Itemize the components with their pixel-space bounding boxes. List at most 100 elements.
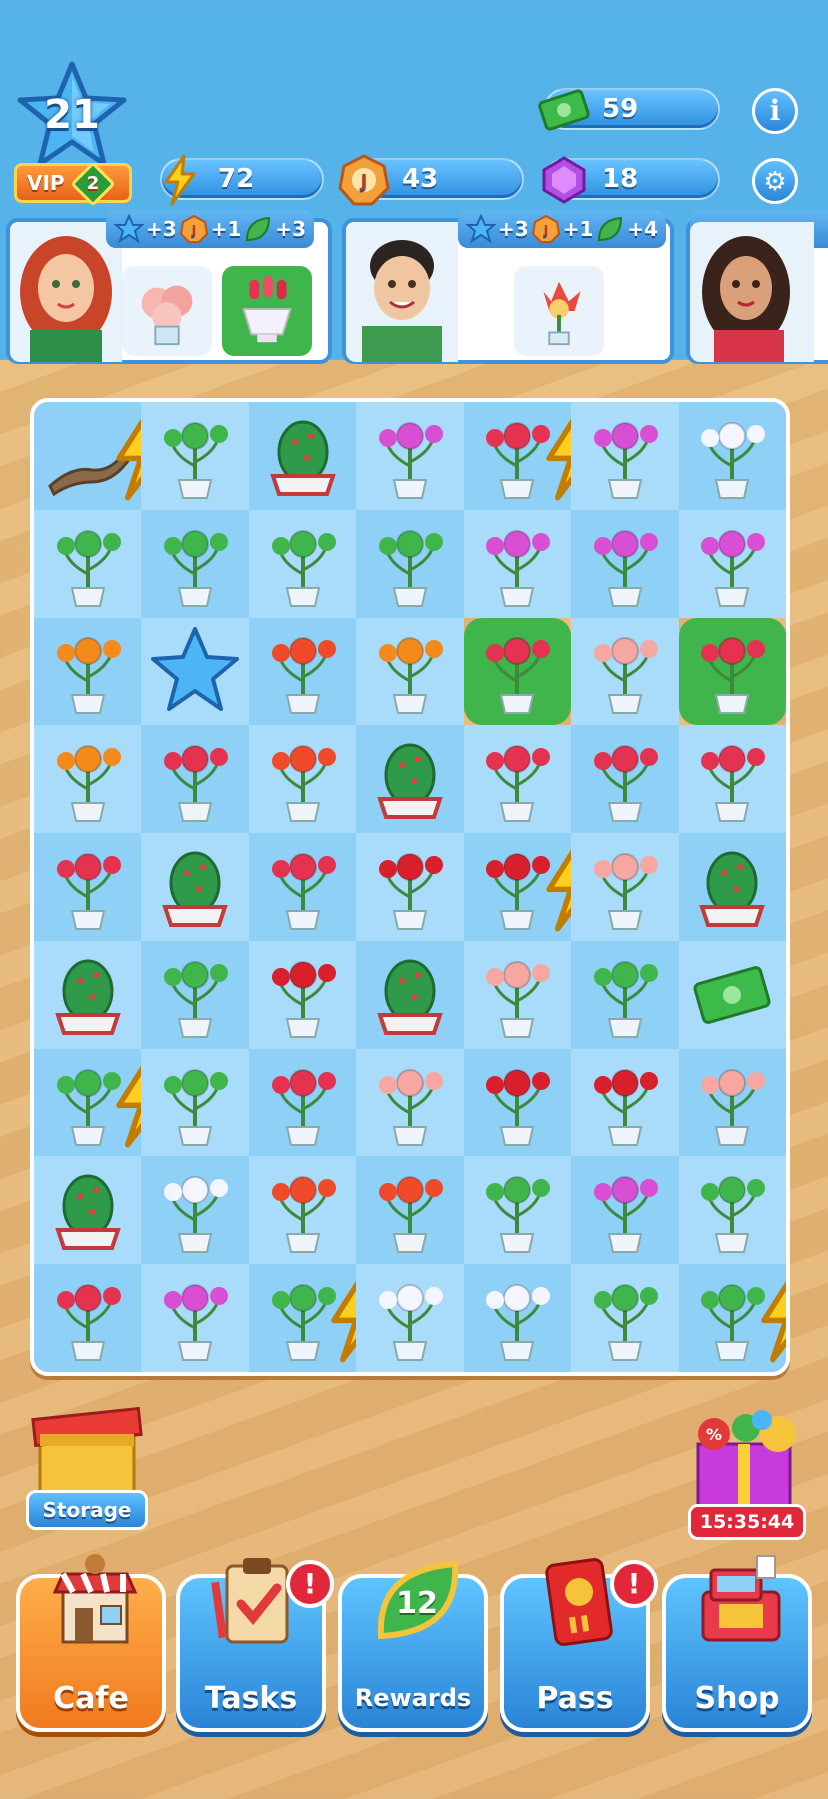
board-cell[interactable]	[141, 617, 249, 726]
board-cell[interactable]	[34, 833, 142, 941]
energy-counter[interactable]: 72	[160, 154, 324, 206]
bromeliad-icon	[149, 406, 241, 506]
board-cell[interactable]	[463, 1048, 572, 1157]
board-cell[interactable]	[463, 617, 572, 726]
board-cell[interactable]	[678, 402, 786, 510]
board-cell[interactable]	[141, 1156, 249, 1265]
gem-icon	[536, 152, 592, 208]
orchid-vase-icon	[471, 514, 563, 614]
board-cell[interactable]	[141, 1264, 249, 1372]
cash-counter[interactable]: 59	[538, 88, 720, 131]
board-cell[interactable]	[356, 1048, 464, 1157]
clipboard-check-icon	[211, 1558, 289, 1644]
board-cell[interactable]	[248, 402, 357, 510]
nav-rewards-label: Rewards	[354, 1684, 472, 1712]
eucalyptus-icon	[686, 1160, 778, 1260]
star-icon	[114, 214, 144, 244]
board-cell[interactable]	[571, 402, 679, 510]
board-cell[interactable]	[571, 833, 679, 941]
board-cell[interactable]	[356, 725, 464, 834]
board-cell[interactable]	[571, 940, 679, 1049]
board-cell[interactable]	[34, 1048, 175, 1157]
board-cell[interactable]	[463, 509, 572, 618]
board-cell[interactable]	[141, 509, 249, 618]
nav-shop-button[interactable]: Shop	[662, 1555, 812, 1732]
lily-vase-icon	[686, 406, 778, 506]
board-cell[interactable]	[678, 725, 786, 834]
aloe-pot-icon	[579, 945, 671, 1045]
board-cell[interactable]	[571, 1264, 679, 1372]
board-cell[interactable]	[571, 1048, 679, 1157]
board-cell[interactable]	[34, 725, 142, 834]
cactus-tall-icon	[42, 1160, 134, 1260]
order-card[interactable]: +3 J +1 +4	[342, 210, 674, 364]
svg-text:J: J	[190, 223, 195, 237]
cash-note-icon	[686, 945, 778, 1045]
board-cell[interactable]	[678, 1048, 786, 1157]
board-cell[interactable]	[141, 940, 249, 1049]
board-cell[interactable]	[356, 509, 464, 618]
board-cell[interactable]	[34, 940, 142, 1049]
vip-label: VIP	[27, 171, 65, 195]
reward-coins: +1	[210, 217, 242, 241]
board-cell[interactable]	[463, 833, 605, 941]
board-cell[interactable]	[678, 940, 786, 1049]
board-cell[interactable]	[34, 509, 142, 618]
orchid-pot-icon	[579, 406, 671, 506]
board-cell[interactable]	[356, 833, 464, 941]
order-card[interactable]: +3 J +1 +3	[6, 210, 332, 364]
board-cell[interactable]	[34, 1156, 142, 1265]
board-cell[interactable]	[678, 617, 786, 726]
board-cell[interactable]	[141, 833, 249, 941]
offer-timer: 15:35:44	[688, 1504, 806, 1540]
board-cell[interactable]	[34, 617, 142, 726]
nav-pass-button[interactable]: Pass !	[500, 1558, 658, 1732]
board-cell[interactable]	[34, 402, 175, 510]
board-cell[interactable]	[678, 833, 786, 941]
board-cell[interactable]	[463, 1156, 572, 1265]
nav-rewards-button[interactable]: 12 Rewards	[338, 1560, 488, 1732]
board-cell[interactable]	[571, 725, 679, 834]
order-card[interactable]	[686, 210, 828, 364]
storage-button[interactable]: Storage	[26, 1490, 148, 1530]
board-cell[interactable]	[248, 509, 357, 618]
board-cell[interactable]	[356, 1264, 464, 1372]
board-cell[interactable]	[248, 1264, 390, 1372]
board-cell[interactable]	[571, 617, 679, 726]
board-cell[interactable]	[356, 402, 464, 510]
board-cell[interactable]	[356, 1156, 464, 1265]
board-cell[interactable]	[34, 1264, 142, 1372]
board-cell[interactable]	[463, 402, 605, 510]
board-cell[interactable]	[463, 725, 572, 834]
reward-stars: +3	[498, 217, 529, 241]
board-cell[interactable]	[571, 1156, 679, 1265]
gift-box-offer-icon[interactable]: %	[680, 1394, 808, 1514]
eucalyptus-icon	[257, 514, 349, 614]
board-cell[interactable]	[248, 617, 357, 726]
settings-button[interactable]: ⚙	[752, 158, 798, 204]
board-cell[interactable]	[248, 833, 357, 941]
board-cell[interactable]	[248, 725, 357, 834]
board-cell[interactable]	[463, 940, 572, 1049]
board-cell[interactable]	[356, 940, 464, 1049]
board-cell[interactable]	[571, 509, 679, 618]
board-cell[interactable]	[141, 725, 249, 834]
bird-of-paradise-icon	[42, 729, 134, 829]
nav-cafe-button[interactable]: Cafe	[16, 1554, 166, 1732]
info-button[interactable]: i	[752, 88, 798, 134]
board-cell[interactable]	[678, 509, 786, 618]
vip-badge[interactable]: VIP 2	[14, 161, 132, 207]
board-cell[interactable]	[141, 402, 249, 510]
board-cell[interactable]	[248, 940, 357, 1049]
board-cell[interactable]	[141, 1048, 249, 1157]
board-cell[interactable]	[463, 1264, 572, 1372]
board-cell[interactable]	[248, 1156, 357, 1265]
board-cell[interactable]	[248, 1048, 357, 1157]
coin-counter[interactable]: J 43	[338, 154, 524, 206]
board-cell[interactable]	[678, 1156, 786, 1265]
board-cell[interactable]	[356, 617, 464, 726]
gem-counter[interactable]: 18	[542, 156, 720, 204]
nav-tasks-button[interactable]: Tasks !	[176, 1558, 334, 1732]
star-icon	[149, 621, 241, 721]
board-cell[interactable]	[678, 1264, 786, 1372]
